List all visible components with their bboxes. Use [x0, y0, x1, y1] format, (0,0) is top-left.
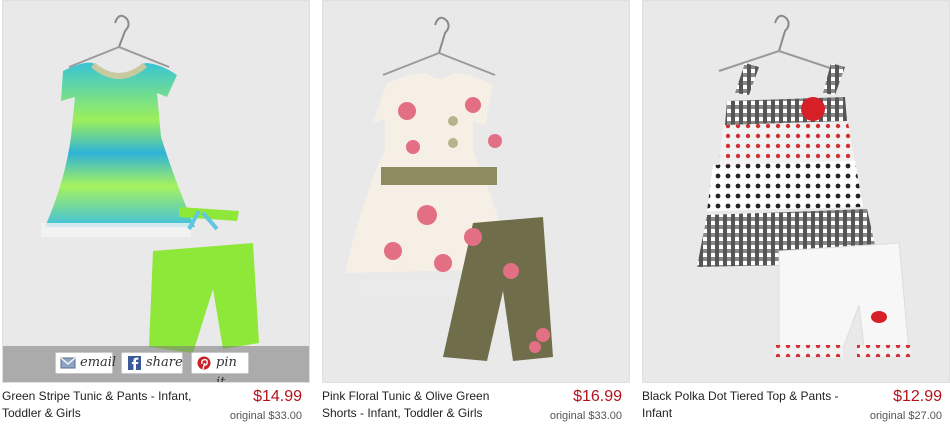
share-bar: email share pin it — [3, 346, 309, 382]
original-price: original $27.00 — [869, 410, 942, 422]
black-polka-dot-top-set-photo — [697, 14, 911, 360]
product-card[interactable]: Pink Floral Tunic & Olive Green Shorts -… — [322, 0, 632, 442]
product-photo[interactable] — [642, 0, 950, 383]
product-title[interactable]: Black Polka Dot Tiered Top & Pants - Inf… — [642, 388, 842, 422]
pinterest-icon — [197, 356, 211, 370]
email-share-button[interactable]: email — [55, 352, 117, 374]
green-stripe-tunic-set-photo — [41, 14, 259, 353]
share-label: share — [146, 355, 183, 370]
pink-floral-tunic-set-photo — [345, 16, 553, 361]
original-price: original $33.00 — [549, 410, 622, 422]
product-card[interactable]: Black Polka Dot Tiered Top & Pants - Inf… — [642, 0, 950, 442]
envelope-icon — [60, 357, 76, 369]
pin-label: pin it — [216, 355, 237, 383]
product-grid: email share pin it Green Stripe Tunic & … — [0, 0, 950, 442]
product-photo[interactable]: email share pin it — [2, 0, 310, 383]
facebook-share-button[interactable]: share — [121, 352, 183, 374]
pinterest-pin-button[interactable]: pin it — [191, 352, 249, 382]
email-label: email — [80, 355, 117, 370]
product-photo[interactable] — [322, 0, 630, 383]
product-card[interactable]: email share pin it Green Stripe Tunic & … — [2, 0, 312, 442]
product-title[interactable]: Pink Floral Tunic & Olive Green Shorts -… — [322, 388, 522, 422]
original-price: original $33.00 — [229, 410, 302, 422]
product-price: $12.99 — [893, 388, 942, 405]
product-price: $16.99 — [573, 388, 622, 405]
product-price: $14.99 — [253, 388, 302, 405]
product-title[interactable]: Green Stripe Tunic & Pants - Infant, Tod… — [2, 388, 202, 422]
facebook-icon — [128, 356, 141, 370]
